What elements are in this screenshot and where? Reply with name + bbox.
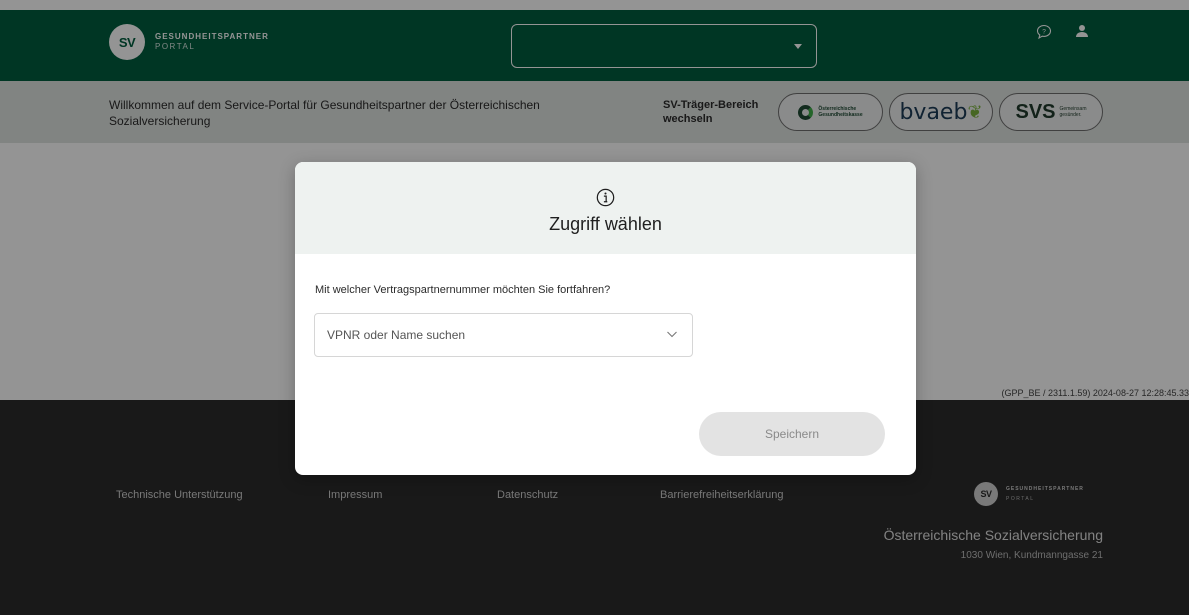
vpnr-search-select[interactable]: VPNR oder Name suchen — [314, 313, 693, 357]
access-dialog: Zugriff wählen Mit welcher Vertragspartn… — [295, 162, 916, 475]
chevron-down-icon — [667, 331, 677, 338]
vpnr-select-placeholder: VPNR oder Name suchen — [327, 328, 466, 342]
dialog-question: Mit welcher Vertragspartnernummer möchte… — [315, 284, 611, 296]
dialog-header: Zugriff wählen — [295, 162, 916, 254]
dialog-title: Zugriff wählen — [549, 214, 662, 234]
save-button[interactable]: Speichern — [699, 412, 885, 456]
info-icon — [596, 188, 615, 207]
